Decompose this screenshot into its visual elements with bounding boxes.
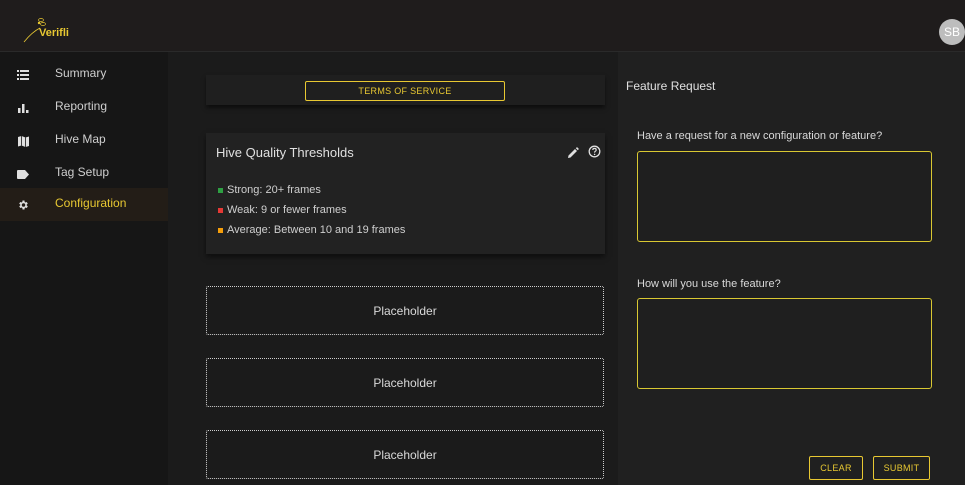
tag-icon [16, 167, 30, 181]
request-textarea[interactable] [637, 151, 932, 242]
card-title: Hive Quality Thresholds [216, 145, 354, 160]
submit-button[interactable]: SUBMIT [873, 456, 930, 480]
list-icon [16, 68, 30, 82]
usage-question-label: How will you use the feature? [637, 278, 781, 290]
average-color-dot [218, 227, 223, 233]
feature-request-panel [618, 52, 965, 485]
placeholder-card-2[interactable]: Placeholder [206, 358, 604, 407]
gear-icon [16, 198, 30, 212]
threshold-strong: Strong: 20+ frames [218, 184, 321, 196]
sidebar-item-label: Configuration [55, 196, 127, 210]
placeholder-card-3[interactable]: Placeholder [206, 430, 604, 479]
sidebar-item-hive-map[interactable]: Hive Map [0, 124, 168, 157]
threshold-average: Average: Between 10 and 19 frames [218, 224, 405, 236]
placeholder-label: Placeholder [373, 303, 437, 318]
sidebar-item-label: Tag Setup [55, 165, 110, 179]
pencil-icon[interactable] [567, 146, 579, 158]
placeholder-card-1[interactable]: Placeholder [206, 286, 604, 335]
sidebar-item-configuration[interactable]: Configuration [0, 188, 168, 221]
sidebar-item-reporting[interactable]: Reporting [0, 91, 168, 124]
threshold-label: Strong: 20+ frames [227, 184, 321, 196]
feature-request-title: Feature Request [626, 79, 716, 93]
main-content [168, 52, 618, 485]
sidebar-item-label: Hive Map [55, 132, 106, 146]
threshold-label: Average: Between 10 and 19 frames [227, 224, 406, 236]
usage-textarea[interactable] [637, 298, 932, 389]
threshold-label: Weak: 9 or fewer frames [227, 204, 347, 216]
bar-chart-icon [16, 101, 30, 115]
sidebar-item-tag-setup[interactable]: Tag Setup [0, 157, 168, 190]
sidebar-item-label: Reporting [55, 99, 108, 113]
weak-color-dot [218, 207, 223, 213]
placeholder-label: Placeholder [373, 375, 437, 390]
user-avatar[interactable]: SB [939, 19, 965, 45]
request-question-label: Have a request for a new configuration o… [637, 130, 883, 142]
sidebar-item-summary[interactable]: Summary [0, 58, 168, 91]
strong-color-dot [218, 187, 223, 193]
sidebar-item-label: Summary [55, 66, 107, 80]
clear-button[interactable]: CLEAR [809, 456, 863, 480]
hive-quality-thresholds-card: Hive Quality Thresholds Strong: 20+ fram… [206, 133, 605, 254]
terms-of-service-button[interactable]: TERMS OF SERVICE [305, 81, 505, 101]
top-bar: Verifli SB [0, 0, 965, 52]
placeholder-label: Placeholder [373, 447, 437, 462]
help-circle-icon[interactable] [588, 145, 601, 158]
map-icon [16, 134, 30, 148]
brand-name: Verifli [39, 27, 69, 39]
sidebar: Summary Reporting Hive Map Tag Setup Con… [0, 52, 168, 485]
verifli-logo[interactable]: Verifli [22, 14, 92, 44]
threshold-weak: Weak: 9 or fewer frames [218, 204, 347, 216]
